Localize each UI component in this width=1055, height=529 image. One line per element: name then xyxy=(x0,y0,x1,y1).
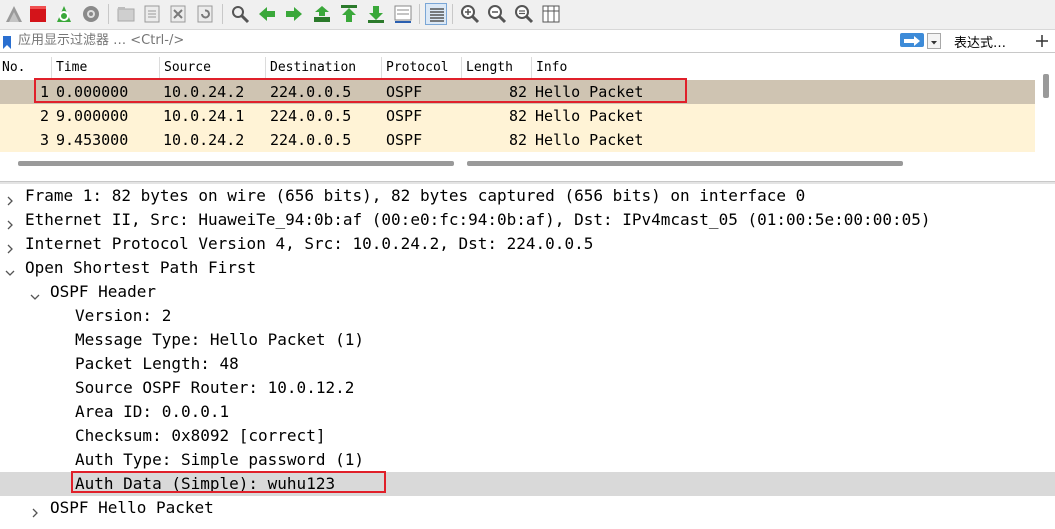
column-source[interactable]: Source xyxy=(160,57,266,79)
packet-row-2[interactable]: 2 9.000000 10.0.24.1 224.0.0.5 OSPF 82 H… xyxy=(0,104,1035,128)
packet-time: 0.000000 xyxy=(56,83,129,101)
start-capture-icon[interactable] xyxy=(3,3,25,25)
tree-item-auth-data[interactable]: Auth Data (Simple): wuhu123 xyxy=(0,472,1055,496)
tree-item-label: Auth Data (Simple): wuhu123 xyxy=(75,474,336,493)
bookmark-icon[interactable] xyxy=(3,34,11,49)
packet-protocol: OSPF xyxy=(386,131,423,149)
add-filter-button-plus-icon[interactable] xyxy=(1033,32,1051,50)
tree-item-source-router[interactable]: Source OSPF Router: 10.0.12.2 xyxy=(0,376,1055,400)
tree-item-ethernet[interactable]: Ethernet II, Src: HuaweiTe_94:0b:af (00:… xyxy=(0,208,1055,232)
auto-scroll-icon[interactable] xyxy=(392,3,414,25)
display-filter-bar: 表达式… xyxy=(0,30,1055,53)
packet-destination: 224.0.0.5 xyxy=(270,107,352,125)
packet-destination: 224.0.0.5 xyxy=(270,83,352,101)
go-last-icon[interactable] xyxy=(365,3,387,25)
packet-source: 10.0.24.2 xyxy=(163,131,245,149)
go-first-icon[interactable] xyxy=(338,3,360,25)
display-filter-input[interactable] xyxy=(14,31,896,51)
packet-length: 82 xyxy=(509,131,528,149)
apply-filter-button[interactable] xyxy=(900,33,924,47)
packet-no: 3 xyxy=(40,131,50,149)
find-packet-icon[interactable] xyxy=(229,3,251,25)
resize-columns-icon[interactable] xyxy=(540,3,562,25)
go-back-icon[interactable] xyxy=(256,3,278,25)
close-file-icon[interactable] xyxy=(167,3,189,25)
go-forward-icon[interactable] xyxy=(283,3,305,25)
expression-button[interactable]: 表达式… xyxy=(954,32,1006,51)
packet-no: 2 xyxy=(40,107,50,125)
tree-item-label: OSPF Hello Packet xyxy=(50,498,214,517)
packet-length: 82 xyxy=(509,107,528,125)
tree-item-checksum[interactable]: Checksum: 0x8092 [correct] xyxy=(0,424,1055,448)
restart-capture-icon[interactable] xyxy=(53,3,75,25)
packet-time: 9.453000 xyxy=(56,131,129,149)
packet-info: Hello Packet xyxy=(535,107,644,125)
normal-size-icon[interactable] xyxy=(513,3,535,25)
packet-row-1[interactable]: 1 0.000000 10.0.24.2 224.0.0.5 OSPF 82 H… xyxy=(0,80,1035,104)
tree-item-version[interactable]: Version: 2 xyxy=(0,304,1055,328)
tree-item-ospf[interactable]: Open Shortest Path First xyxy=(0,256,1055,280)
tree-item-ospf-header[interactable]: OSPF Header xyxy=(0,280,1055,304)
tree-item-label: Version: 2 xyxy=(75,306,172,325)
column-destination[interactable]: Destination xyxy=(266,57,382,79)
packet-list-header: No. Time Source Destination Protocol Len… xyxy=(0,57,1040,79)
tree-item-label: Message Type: Hello Packet (1) xyxy=(75,330,364,349)
tree-item-ipv4[interactable]: Internet Protocol Version 4, Src: 10.0.2… xyxy=(0,232,1055,256)
capture-options-icon[interactable] xyxy=(80,3,102,25)
open-file-icon[interactable] xyxy=(115,3,137,25)
chevron-right-icon[interactable] xyxy=(4,238,16,254)
packet-protocol: OSPF xyxy=(386,83,423,101)
tree-item-packet-length[interactable]: Packet Length: 48 xyxy=(0,352,1055,376)
zoom-in-icon[interactable] xyxy=(459,3,481,25)
tree-item-label: Ethernet II, Src: HuaweiTe_94:0b:af (00:… xyxy=(25,210,931,229)
go-to-packet-icon[interactable] xyxy=(311,3,333,25)
chevron-right-icon[interactable] xyxy=(4,190,16,206)
packet-list-horizontal-scrollbar[interactable] xyxy=(18,161,454,166)
save-file-icon[interactable] xyxy=(141,3,163,25)
filter-history-dropdown[interactable] xyxy=(927,33,941,49)
tree-item-label: Open Shortest Path First xyxy=(25,258,257,277)
column-length[interactable]: Length xyxy=(462,57,532,79)
packet-list-vertical-scrollbar[interactable] xyxy=(1043,74,1049,98)
tree-item-label: Source OSPF Router: 10.0.12.2 xyxy=(75,378,355,397)
packet-time: 9.000000 xyxy=(56,107,129,125)
column-no[interactable]: No. xyxy=(0,57,52,79)
packet-detail-tree: Frame 1: 82 bytes on wire (656 bits), 82… xyxy=(0,184,1055,529)
tree-item-auth-type[interactable]: Auth Type: Simple password (1) xyxy=(0,448,1055,472)
column-protocol[interactable]: Protocol xyxy=(382,57,462,79)
column-time[interactable]: Time xyxy=(52,57,160,79)
chevron-right-icon[interactable] xyxy=(4,214,16,230)
packet-list: No. Time Source Destination Protocol Len… xyxy=(0,53,1055,181)
packet-list-horizontal-scrollbar-right[interactable] xyxy=(467,161,903,166)
tree-item-label: Area ID: 0.0.0.1 xyxy=(75,402,230,421)
column-info[interactable]: Info xyxy=(532,57,1040,79)
chevron-down-icon[interactable] xyxy=(29,286,41,300)
chevron-down-icon[interactable] xyxy=(4,262,16,276)
packet-info: Hello Packet xyxy=(535,131,644,149)
stop-capture-icon[interactable] xyxy=(27,3,49,25)
packet-row-3[interactable]: 3 9.453000 10.0.24.2 224.0.0.5 OSPF 82 H… xyxy=(0,128,1035,152)
tree-item-ospf-hello[interactable]: OSPF Hello Packet xyxy=(0,496,1055,520)
packet-no: 1 xyxy=(40,83,50,101)
tree-item-label: Internet Protocol Version 4, Src: 10.0.2… xyxy=(25,234,594,253)
packet-protocol: OSPF xyxy=(386,107,423,125)
tree-item-label: Checksum: 0x8092 [correct] xyxy=(75,426,326,445)
packet-info: Hello Packet xyxy=(535,83,644,101)
chevron-right-icon[interactable] xyxy=(29,502,41,518)
main-toolbar xyxy=(0,0,1055,30)
tree-item-message-type[interactable]: Message Type: Hello Packet (1) xyxy=(0,328,1055,352)
packet-source: 10.0.24.2 xyxy=(163,83,245,101)
packet-destination: 224.0.0.5 xyxy=(270,131,352,149)
packet-source: 10.0.24.1 xyxy=(163,107,245,125)
tree-item-label: Frame 1: 82 bytes on wire (656 bits), 82… xyxy=(25,186,806,205)
colorize-icon[interactable] xyxy=(425,3,447,25)
tree-item-label: Packet Length: 48 xyxy=(75,354,239,373)
packet-length: 82 xyxy=(509,83,528,101)
tree-item-area-id[interactable]: Area ID: 0.0.0.1 xyxy=(0,400,1055,424)
reload-file-icon[interactable] xyxy=(194,3,216,25)
tree-item-label: OSPF Header xyxy=(50,282,156,301)
tree-item-label: Auth Type: Simple password (1) xyxy=(75,450,364,469)
tree-item-frame[interactable]: Frame 1: 82 bytes on wire (656 bits), 82… xyxy=(0,184,1055,208)
zoom-out-icon[interactable] xyxy=(486,3,508,25)
